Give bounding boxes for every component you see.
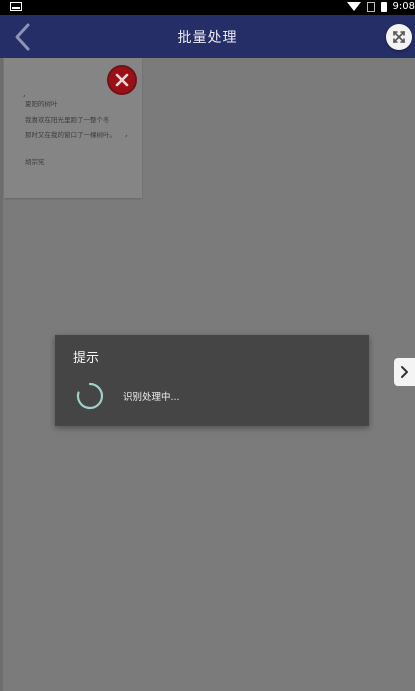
dialog-title: 提示 bbox=[73, 351, 100, 366]
comma-mark: , bbox=[125, 129, 128, 138]
battery-icon bbox=[380, 1, 387, 12]
status-time: 9:08 bbox=[392, 1, 415, 12]
loading-spinner-icon bbox=[76, 382, 104, 410]
dialog-message: 识别处理中... bbox=[123, 392, 180, 403]
delete-button[interactable] bbox=[107, 65, 137, 95]
status-bar: 9:08 bbox=[0, 0, 415, 15]
progress-dialog: 提示 识别处理中... bbox=[55, 335, 369, 426]
screen-cast-icon bbox=[10, 2, 22, 11]
status-icons: 9:08 bbox=[346, 1, 415, 12]
note-line: 夏阳的树叶 bbox=[25, 100, 58, 108]
side-panel-toggle[interactable] bbox=[394, 358, 415, 386]
note-line: 我喜欢在阳光里跑了一整个冬 bbox=[25, 116, 110, 124]
chevron-right-icon bbox=[401, 366, 408, 378]
app-bar: 批量处理 bbox=[0, 15, 415, 58]
wifi-icon bbox=[346, 2, 361, 11]
note-line: 胡宗宪 bbox=[25, 158, 45, 166]
close-icon bbox=[115, 73, 129, 87]
left-edge-divider bbox=[0, 58, 3, 691]
no-sim-icon bbox=[366, 1, 375, 12]
image-thumbnail[interactable]: ‘ 夏阳的树叶 我喜欢在阳光里跑了一整个冬 那时又在我的窗口了一棵树叶。 , 胡… bbox=[4, 58, 142, 198]
expand-icon bbox=[393, 31, 405, 43]
note-line: 那时又在我的窗口了一棵树叶。 bbox=[25, 131, 116, 139]
fullscreen-button[interactable] bbox=[386, 24, 412, 50]
page-title: 批量处理 bbox=[177, 30, 238, 46]
